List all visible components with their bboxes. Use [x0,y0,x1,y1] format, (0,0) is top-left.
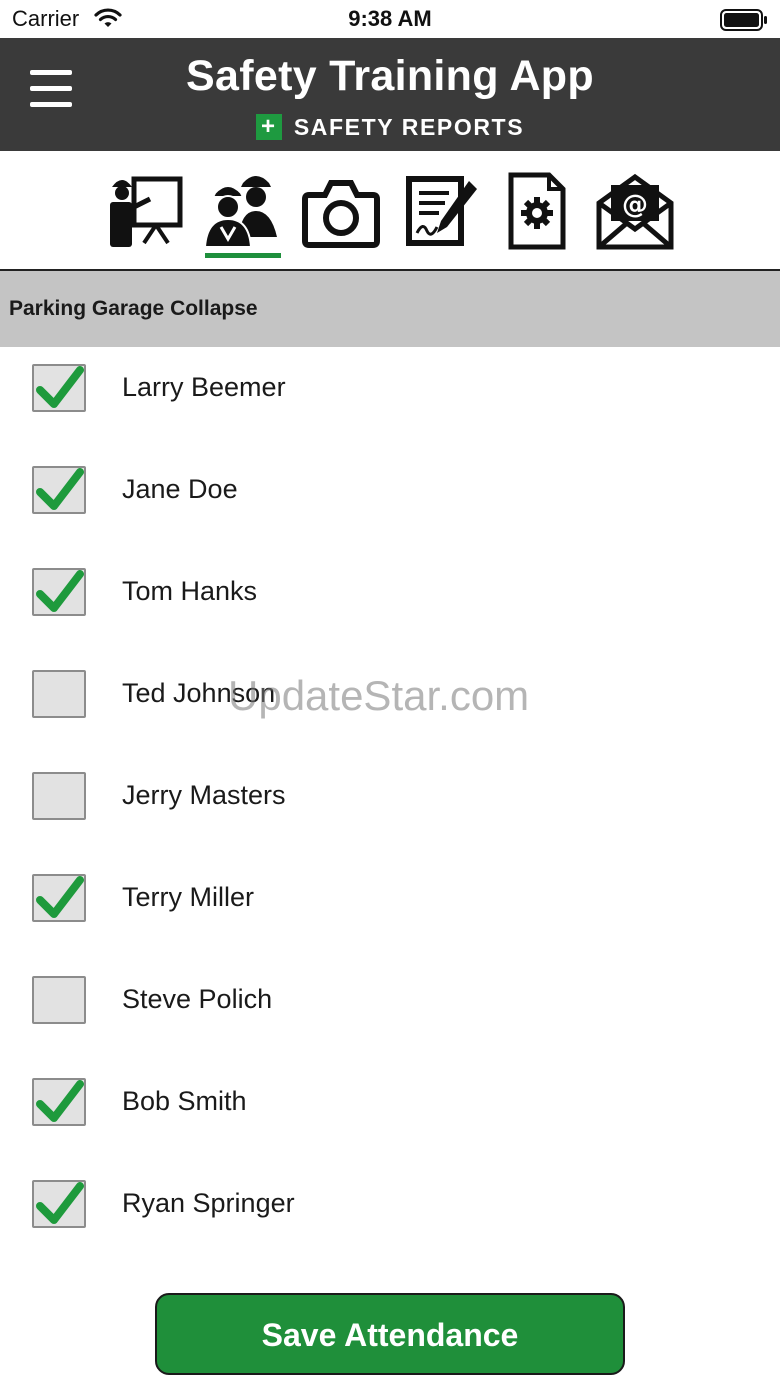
brand-logo: + SAFETY REPORTS [0,113,780,142]
checkbox-unchecked[interactable] [32,976,86,1024]
training-title: Parking Garage Collapse [9,297,258,320]
section-header: Parking Garage Collapse [0,271,780,347]
attendee-row[interactable]: Tom Hanks [0,554,780,656]
brand-text: SAFETY REPORTS [293,114,525,140]
plus-icon: + [255,113,282,140]
attendee-row[interactable]: Jerry Masters [0,758,780,860]
attendee-name: Bob Smith [122,1086,247,1116]
checkbox-checked[interactable] [32,1078,86,1126]
checkbox-checked[interactable] [32,364,86,412]
email-icon[interactable]: @ [595,171,675,251]
battery-icon [720,9,768,36]
attendee-name: Jerry Masters [122,780,286,810]
attendee-row[interactable]: Ryan Springer [0,1166,780,1268]
camera-icon[interactable] [301,171,381,251]
document-settings-icon[interactable] [497,171,577,251]
signature-icon[interactable] [401,171,481,251]
attendee-row[interactable]: Steve Polich [0,962,780,1064]
section-toolbar: @ [0,151,780,271]
presenter-icon[interactable] [104,171,184,251]
selected-tab-indicator [205,253,281,258]
checkmark-icon [36,1080,84,1122]
attendee-name: Jane Doe [122,474,238,504]
attendee-row[interactable]: Larry Beemer [0,350,780,452]
app-title: Safety Training App [186,52,594,100]
attendee-row[interactable]: Terry Miller [0,860,780,962]
attendee-name: Larry Beemer [122,372,286,402]
checkmark-icon [36,876,84,918]
attendee-row[interactable]: Ted Johnson [0,656,780,758]
attendee-name: Tom Hanks [122,576,258,606]
checkmark-icon [36,570,84,612]
attendee-name: Steve Polich [122,984,273,1014]
attendee-name: Terry Miller [122,882,254,912]
checkmark-icon [36,1182,84,1224]
checkbox-checked[interactable] [32,568,86,616]
checkbox-unchecked[interactable] [32,772,86,820]
checkmark-icon [36,468,84,510]
app-header: Safety Training App + SAFETY REPORTS [0,38,780,151]
clock: 9:38 AM [348,6,432,31]
attendee-row[interactable]: Bob Smith [0,1064,780,1166]
svg-text:@: @ [622,190,648,220]
workers-icon[interactable] [203,171,283,251]
attendee-name: Ted Johnson [122,678,276,708]
attendee-name: Ryan Springer [122,1188,295,1218]
status-bar: Carrier 9:38 AM [0,0,780,38]
checkbox-unchecked[interactable] [32,670,86,718]
checkbox-checked[interactable] [32,466,86,514]
save-attendance-button[interactable]: Save Attendance [155,1293,625,1375]
checkbox-checked[interactable] [32,1180,86,1228]
attendee-row[interactable]: Jane Doe [0,452,780,554]
checkbox-checked[interactable] [32,874,86,922]
checkmark-icon [36,366,84,408]
